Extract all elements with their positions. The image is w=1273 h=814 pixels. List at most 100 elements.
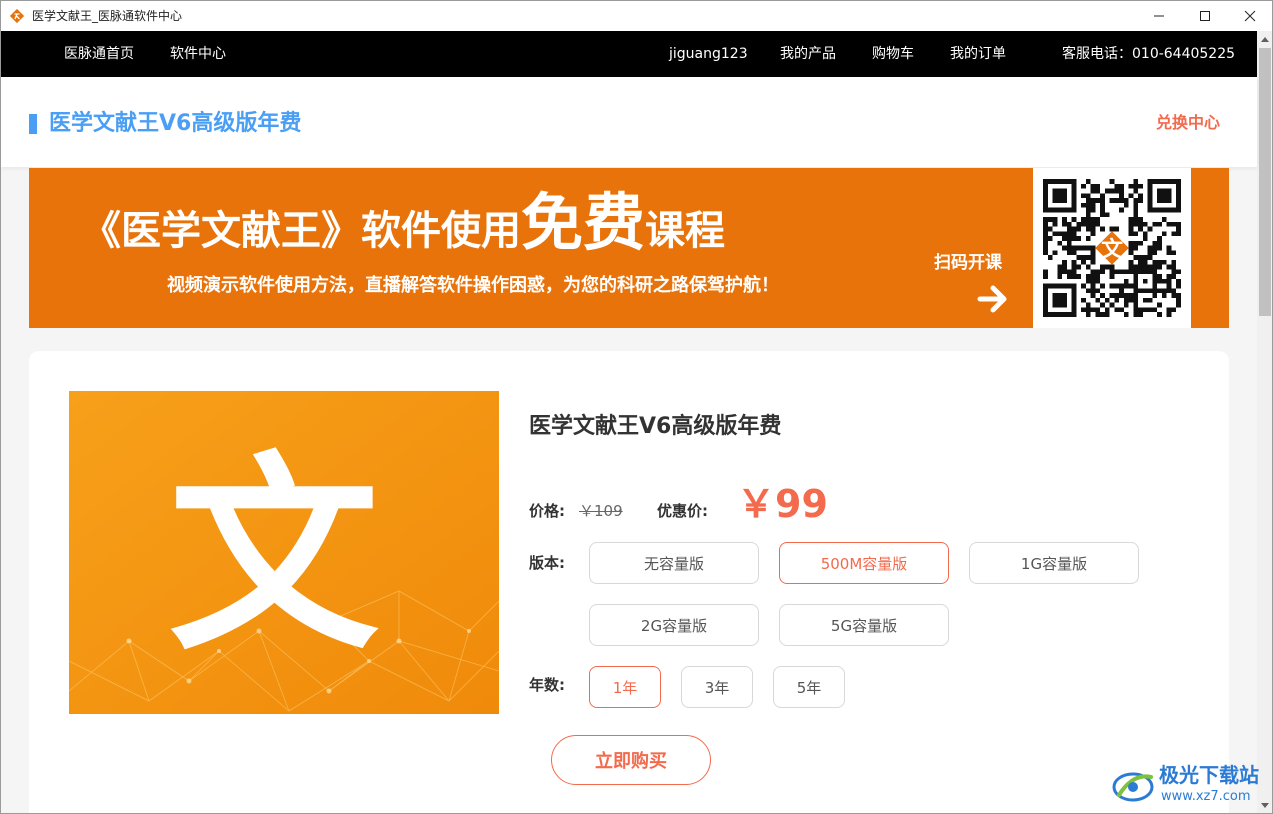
qr-module: [1095, 198, 1101, 203]
arrow-right-icon: [977, 285, 1007, 313]
qr-module: [1133, 312, 1139, 317]
scan-text: 扫码开课: [934, 253, 1002, 273]
qr-module: [1128, 217, 1134, 222]
qr-module: [1057, 269, 1063, 275]
qr-center-logo: 文: [1095, 231, 1129, 265]
scroll-up-button[interactable]: [1257, 31, 1272, 47]
vertical-scrollbar[interactable]: [1257, 31, 1272, 813]
qr-module: [1100, 202, 1105, 208]
qr-module: [1047, 226, 1053, 232]
qr-module: [1047, 217, 1053, 222]
qr-module: [1071, 269, 1077, 275]
nav-my-products-link[interactable]: 我的产品: [780, 46, 836, 62]
qr-module: [1066, 269, 1072, 275]
qr-module: [1171, 264, 1177, 270]
nav-software-center-link[interactable]: 软件中心: [170, 46, 226, 62]
nav-cart-link[interactable]: 购物车: [872, 46, 914, 62]
qr-module: [1147, 255, 1153, 260]
qr-module: [1157, 240, 1162, 246]
maximize-button[interactable]: [1182, 1, 1228, 31]
qr-module: [1109, 188, 1115, 194]
qr-module: [1138, 255, 1143, 260]
qr-module: [1114, 188, 1120, 194]
close-button[interactable]: [1227, 1, 1272, 31]
qr-code: 文: [1033, 168, 1191, 328]
qr-module: [1085, 217, 1091, 222]
qr-module: [1123, 302, 1129, 308]
qr-module: [1104, 264, 1110, 270]
qr-module: [1066, 221, 1072, 227]
qr-module: [1157, 264, 1162, 270]
qr-module: [1152, 250, 1158, 256]
page-header: 医学文献王V6高级版年费 兑换中心: [1, 77, 1257, 167]
qr-module: [1176, 297, 1181, 303]
qr-module: [1104, 297, 1110, 303]
edition-option[interactable]: 5G容量版: [779, 604, 949, 646]
minimize-button[interactable]: [1136, 1, 1182, 31]
buy-now-button[interactable]: 立即购买: [551, 735, 711, 785]
qr-module: [1133, 212, 1139, 218]
qr-module: [1166, 250, 1172, 256]
qr-module: [1176, 226, 1181, 232]
qr-module: [1100, 283, 1105, 289]
qr-module: [1090, 269, 1096, 275]
qr-module: [1095, 297, 1101, 303]
qr-module: [1109, 269, 1115, 275]
qr-module: [1062, 264, 1067, 270]
qr-module: [1176, 221, 1181, 227]
qr-module: [1085, 226, 1091, 232]
qr-module: [1043, 245, 1048, 251]
qr-module: [1133, 245, 1139, 251]
qr-module: [1071, 264, 1077, 270]
qr-module: [1123, 198, 1129, 203]
qr-module: [1133, 255, 1139, 260]
qr-module: [1147, 245, 1153, 251]
nav-my-orders-link[interactable]: 我的订单: [950, 46, 1006, 62]
qr-module: [1081, 193, 1086, 199]
sale-price: ￥99: [737, 482, 828, 526]
year-option-selected[interactable]: 1年: [589, 666, 661, 708]
qr-module: [1043, 240, 1048, 246]
edition-option[interactable]: 1G容量版: [969, 542, 1139, 584]
qr-module: [1090, 288, 1096, 294]
qr-module: [1043, 269, 1048, 275]
qr-module: [1138, 312, 1143, 317]
qr-module: [1109, 283, 1115, 289]
course-banner[interactable]: 《医学文献王》软件使用免费课程 视频演示软件使用方法，直播解答软件操作困惑，为您…: [29, 168, 1229, 328]
qr-module: [1152, 259, 1158, 265]
edition-option[interactable]: 2G容量版: [589, 604, 759, 646]
nav-home-link[interactable]: 医脉通首页: [64, 46, 134, 62]
qr-module: [1081, 217, 1086, 222]
qr-module: [1095, 269, 1101, 275]
qr-module: [1081, 221, 1086, 227]
qr-module: [1123, 312, 1129, 317]
qr-module: [1100, 212, 1105, 218]
scroll-thumb[interactable]: [1259, 48, 1271, 316]
qr-module: [1043, 250, 1048, 256]
qr-module: [1152, 245, 1158, 251]
watermark-name: 极光下载站: [1159, 763, 1259, 787]
qr-module: [1161, 259, 1167, 265]
year-option[interactable]: 3年: [681, 666, 753, 708]
qr-module: [1109, 302, 1115, 308]
qr-module: [1138, 264, 1143, 270]
edition-option-selected[interactable]: 500M容量版: [779, 542, 949, 584]
header-accent-bar: [29, 114, 37, 134]
qr-module: [1081, 259, 1086, 265]
qr-module: [1171, 250, 1177, 256]
year-option[interactable]: 5年: [773, 666, 845, 708]
qr-module: [1147, 250, 1153, 256]
qr-module: [1109, 226, 1115, 232]
qr-module: [1043, 274, 1048, 279]
qr-module: [1128, 240, 1134, 246]
redeem-center-link[interactable]: 兑换中心: [1156, 113, 1220, 133]
qr-module: [1071, 259, 1077, 265]
qr-module: [1081, 283, 1086, 289]
qr-module: [1052, 217, 1058, 222]
qr-module: [1128, 245, 1134, 251]
nav-username-link[interactable]: jiguang123: [669, 46, 748, 62]
qr-module: [1062, 231, 1067, 237]
qr-module: [1090, 198, 1096, 203]
qr-module: [1119, 188, 1124, 194]
edition-option[interactable]: 无容量版: [589, 542, 759, 584]
